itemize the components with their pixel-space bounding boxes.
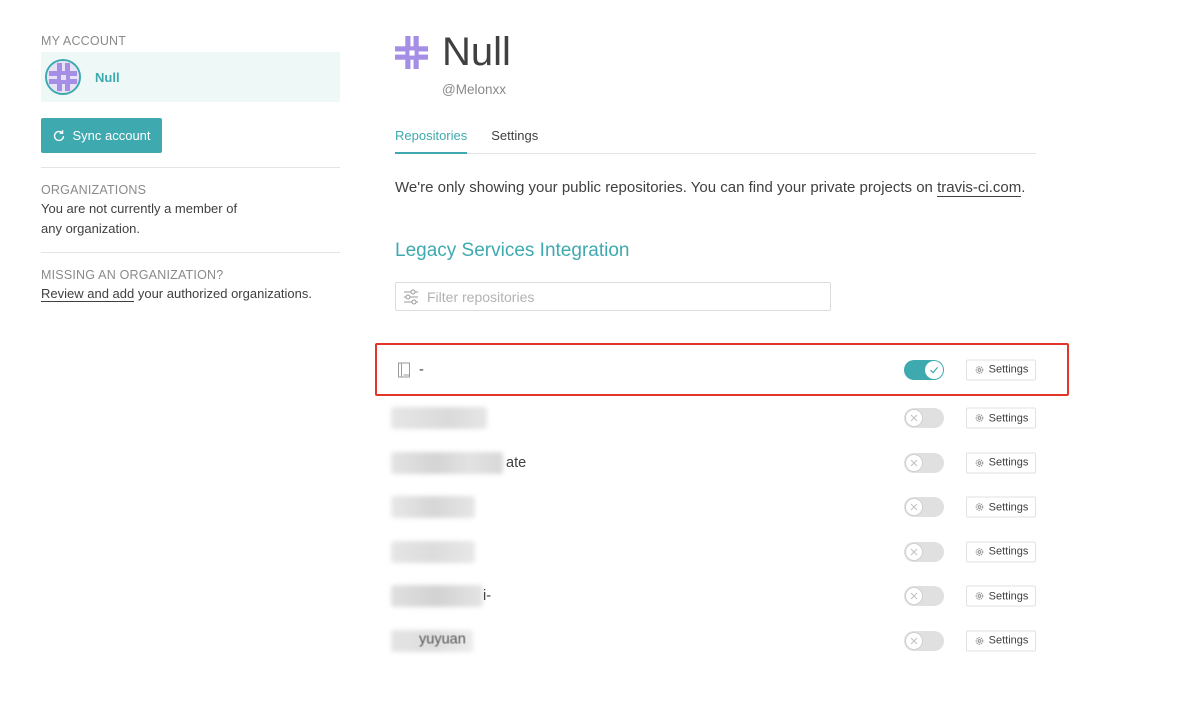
settings-label: Settings — [988, 634, 1029, 647]
check-icon — [930, 366, 939, 373]
repo-toggle[interactable] — [904, 452, 944, 473]
repo-name-fragment: ate — [506, 454, 527, 471]
repo-name-text: - — [419, 361, 424, 378]
sync-icon — [52, 129, 66, 143]
gear-icon — [974, 546, 985, 557]
organizations-text-line1: You are not currently a member of — [41, 201, 238, 216]
filter-box[interactable] — [395, 282, 831, 311]
repo-row: Settings — [375, 485, 1069, 530]
repo-toggle[interactable] — [904, 541, 944, 562]
x-icon — [910, 414, 918, 422]
x-icon — [910, 459, 918, 467]
redacted-repo-name[interactable] — [391, 540, 475, 563]
toggle-knob — [905, 409, 923, 428]
repo-settings-button[interactable]: Settings — [966, 541, 1036, 563]
divider — [41, 167, 340, 168]
identicon-icon — [395, 35, 428, 69]
organizations-text: You are not currently a member of any or… — [41, 199, 340, 239]
redacted-repo-name[interactable] — [391, 585, 483, 608]
sync-account-label: Sync account — [72, 128, 151, 143]
x-icon — [910, 503, 918, 511]
tab-settings[interactable]: Settings — [491, 125, 538, 153]
redacted-repo-name[interactable] — [391, 496, 475, 519]
repo-row: Settings — [375, 530, 1069, 575]
repo-settings-button[interactable]: Settings — [966, 452, 1036, 474]
repo-name-fragment: yuyuan — [419, 631, 466, 648]
sidebar: MY ACCOUNT Null Sync account ORGANIZATIO… — [41, 34, 340, 304]
gear-icon — [974, 457, 985, 468]
repo-row: i- Settings — [375, 574, 1069, 619]
gear-icon — [974, 413, 985, 424]
toggle-knob — [905, 587, 923, 606]
repo-row: yuyuan Settings — [375, 619, 1069, 664]
gear-icon — [974, 591, 985, 602]
tab-bar: Repositories Settings — [395, 125, 1036, 154]
x-icon — [910, 637, 918, 645]
settings-label: Settings — [988, 363, 1029, 376]
profile-handle: @Melonxx — [442, 82, 506, 97]
account-name[interactable]: Null — [95, 70, 120, 85]
repo-row: - Settings — [375, 343, 1069, 396]
section-title: Legacy Services Integration — [395, 240, 630, 261]
review-and-add-link[interactable]: Review and add — [41, 286, 135, 302]
repo-toggle[interactable] — [904, 408, 944, 429]
x-icon — [910, 592, 918, 600]
profile-header: Null — [395, 28, 1036, 76]
public-repos-notice: We're only showing your public repositor… — [395, 179, 1036, 197]
profile-name: Null — [442, 30, 511, 74]
tab-repositories[interactable]: Repositories — [395, 125, 468, 154]
account-card[interactable]: Null — [41, 52, 340, 102]
profile-avatar — [395, 35, 428, 69]
organizations-text-line2: any organization. — [41, 221, 141, 236]
avatar — [45, 59, 81, 95]
filter-sliders-icon — [403, 289, 419, 305]
repo-row: ate Settings — [375, 441, 1069, 486]
toggle-knob — [905, 453, 923, 472]
sync-account-button[interactable]: Sync account — [41, 118, 162, 153]
settings-label: Settings — [988, 456, 1029, 469]
missing-organization-suffix: your authorized organizations. — [134, 286, 313, 301]
toggle-knob — [905, 631, 923, 650]
repo-name[interactable]: - — [397, 362, 424, 378]
repo-toggle[interactable] — [904, 497, 944, 518]
settings-label: Settings — [988, 545, 1029, 558]
settings-label: Settings — [988, 590, 1029, 603]
settings-label: Settings — [988, 501, 1029, 514]
filter-repositories-input[interactable] — [425, 287, 809, 306]
divider — [41, 252, 340, 253]
settings-label: Settings — [988, 412, 1029, 425]
repo-settings-button[interactable]: Settings — [966, 359, 1036, 380]
redacted-repo-name[interactable] — [391, 451, 503, 474]
gear-icon — [974, 502, 985, 513]
toggle-knob — [905, 498, 923, 517]
organizations-heading: ORGANIZATIONS — [41, 183, 147, 197]
main-content: Null @Melonxx Repositories Settings We'r… — [395, 28, 1036, 311]
travis-ci-com-link[interactable]: travis-ci.com — [937, 179, 1022, 197]
missing-organization-text: Review and add your authorized organizat… — [41, 284, 340, 304]
toggle-knob — [925, 360, 943, 379]
toggle-knob — [905, 542, 923, 561]
notice-text: We're only showing your public repositor… — [395, 179, 938, 196]
my-account-heading: MY ACCOUNT — [41, 34, 127, 48]
notice-suffix: . — [1021, 179, 1026, 196]
repo-settings-button[interactable]: Settings — [966, 630, 1036, 652]
repo-settings-button[interactable]: Settings — [966, 585, 1036, 607]
book-icon — [397, 362, 411, 378]
identicon-icon — [47, 61, 79, 93]
repo-toggle[interactable] — [904, 586, 944, 607]
missing-organization-heading: MISSING AN ORGANIZATION? — [41, 268, 224, 282]
repo-toggle[interactable] — [904, 359, 944, 380]
repo-settings-button[interactable]: Settings — [966, 407, 1036, 429]
gear-icon — [974, 364, 985, 375]
repo-settings-button[interactable]: Settings — [966, 496, 1036, 518]
repository-list: - Settings Settings ate Settings Setting… — [375, 343, 1069, 663]
repo-row: Settings — [375, 396, 1069, 441]
repo-toggle[interactable] — [904, 630, 944, 651]
gear-icon — [974, 635, 985, 646]
x-icon — [910, 548, 918, 556]
redacted-repo-name[interactable] — [391, 407, 487, 430]
repo-name-fragment: i- — [483, 588, 492, 605]
